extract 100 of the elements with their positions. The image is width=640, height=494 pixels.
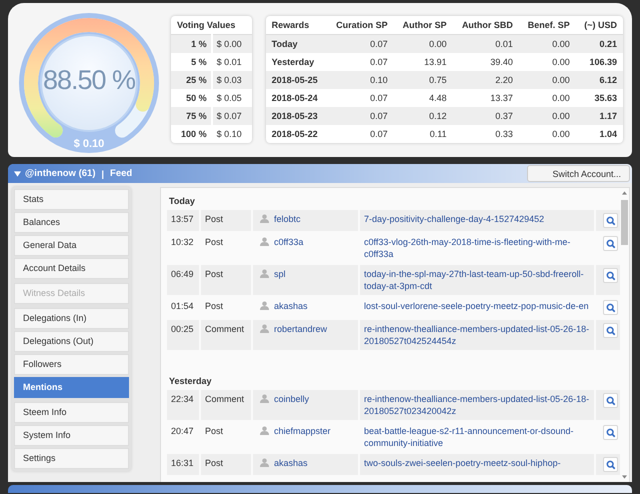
table-cell: $ 0.00: [212, 34, 252, 53]
sidebar-item[interactable]: Followers: [14, 354, 129, 375]
search-button[interactable]: [603, 457, 618, 472]
table-cell: 39.40: [452, 53, 519, 71]
section-title: Feed: [110, 168, 132, 179]
table-cell: Post: [201, 210, 253, 231]
table-cell: 16:31: [167, 454, 201, 475]
user-link[interactable]: felobtc: [274, 213, 301, 225]
user-link[interactable]: spl: [274, 268, 286, 280]
table-cell: 01:54: [167, 297, 201, 318]
table-cell: 0.07: [326, 34, 394, 53]
sidebar-item[interactable]: General Data: [14, 235, 129, 256]
search-button[interactable]: [603, 236, 618, 251]
table-cell: 0.00: [394, 34, 453, 53]
user-link[interactable]: chiefmappster: [274, 425, 331, 437]
switch-account-button[interactable]: Switch Account...: [527, 165, 630, 182]
sidebar-item[interactable]: Mentions: [14, 377, 129, 398]
table-cell: 0.07: [326, 107, 394, 125]
search-button[interactable]: [603, 323, 618, 338]
table-cell: 0.12: [394, 107, 453, 125]
table-cell: 2018-05-25: [266, 71, 327, 89]
table-cell: 06:49: [167, 265, 201, 295]
table-cell: 13:57: [167, 210, 201, 231]
table-cell: Comment: [201, 320, 253, 350]
scroll-up-icon[interactable]: [622, 191, 627, 195]
caret-icon[interactable]: [14, 170, 21, 176]
search-button[interactable]: [603, 213, 618, 228]
post-link[interactable]: lost-soul-verlorene-seele-poetry-meetz-pop-music-de-en: [364, 300, 590, 312]
post-link[interactable]: c0ff33-vlog-26th-may-2018-time-is-fleeting-with-me-c0ff33a: [364, 236, 590, 260]
table-cell: 0.07: [326, 125, 394, 143]
table-cell: 2018-05-23: [266, 107, 327, 125]
section-title: Today: [168, 195, 196, 208]
search-button[interactable]: [603, 425, 618, 440]
separator: |: [102, 168, 104, 178]
user-link[interactable]: robertandrew: [274, 323, 328, 335]
table-cell: Yesterday: [266, 53, 327, 71]
sidebar-item[interactable]: Settings: [14, 448, 129, 469]
sidebar-item[interactable]: Delegations (In): [14, 308, 129, 329]
table-cell: $ 0.01: [212, 53, 252, 71]
user-icon: [260, 214, 269, 223]
table-cell: 0.01: [452, 34, 519, 53]
table-cell: 2018-05-24: [266, 89, 327, 107]
table-cell: 2.20: [452, 71, 519, 89]
table-cell: 10:32: [167, 233, 201, 263]
table-cell: Post: [201, 233, 253, 263]
table-cell: $ 0.03: [212, 71, 252, 89]
sidebar-item[interactable]: Delegations (Out): [14, 331, 129, 352]
table-cell: 0.33: [452, 125, 519, 143]
table-cell: $ 0.05: [212, 89, 252, 107]
table-cell: $ 0.07: [212, 107, 252, 125]
table-cell: 25 %: [171, 71, 212, 89]
table-cell: 0.11: [394, 125, 453, 143]
table-cell: 106.39: [576, 53, 623, 71]
table-cell: Post: [201, 265, 253, 295]
table-cell: $ 0.10: [212, 125, 252, 143]
table-cell: 2018-05-22: [266, 125, 327, 143]
sidebar-item[interactable]: System Info: [14, 425, 129, 446]
table-cell: 0.00: [518, 71, 576, 89]
sidebar-item[interactable]: Account Details: [14, 258, 129, 279]
table-cell: 0.75: [394, 71, 453, 89]
table-cell: 13.91: [394, 53, 453, 71]
table-cell: 4.48: [394, 89, 453, 107]
search-button[interactable]: [603, 300, 618, 315]
user-icon: [260, 324, 269, 333]
gauge-value: $ 0.10: [72, 138, 106, 150]
table-cell: 22:34: [167, 390, 201, 420]
table-cell: 0.00: [518, 34, 576, 53]
table-cell: 0.00: [518, 53, 576, 71]
table-cell: 0.00: [518, 89, 576, 107]
user-link[interactable]: coinbelly: [274, 393, 310, 405]
table-cell: 0.10: [326, 71, 394, 89]
table-cell: Post: [201, 454, 253, 475]
sidebar-item[interactable]: Balances: [14, 212, 129, 233]
table-cell: Comment: [201, 390, 253, 420]
table-cell: 6.12: [576, 71, 623, 89]
table-cell: 0.37: [452, 107, 519, 125]
sidebar-item[interactable]: Steem Info: [14, 402, 129, 423]
user-link[interactable]: akashas: [274, 300, 308, 312]
user-icon: [260, 426, 269, 435]
search-button[interactable]: [603, 268, 618, 283]
table-cell: 1 %: [171, 34, 212, 53]
table-cell: 1.17: [576, 107, 623, 125]
table-cell: 20:47: [167, 422, 201, 452]
post-link[interactable]: beat-battle-league-s2-r11-announcement-or-dsound-community-initiative: [364, 425, 590, 449]
user-icon: [260, 458, 269, 467]
sidebar-item[interactable]: Stats: [14, 189, 129, 210]
table-cell: 00:25: [167, 320, 201, 350]
search-button[interactable]: [603, 393, 618, 408]
table-cell: 13.37: [452, 89, 519, 107]
table-cell: Post: [201, 297, 253, 318]
scroll-down-icon[interactable]: [622, 475, 627, 479]
table-cell: 0.00: [518, 125, 576, 143]
table-cell: 0.21: [576, 34, 623, 53]
user-icon: [260, 269, 269, 278]
scrollbar-thumb[interactable]: [621, 200, 628, 245]
user-link[interactable]: c0ff33a: [274, 236, 304, 248]
table-cell: Today: [266, 34, 327, 53]
table-cell: 75 %: [171, 107, 212, 125]
user-link[interactable]: akashas: [274, 457, 308, 469]
table-cell: 0.07: [326, 89, 394, 107]
